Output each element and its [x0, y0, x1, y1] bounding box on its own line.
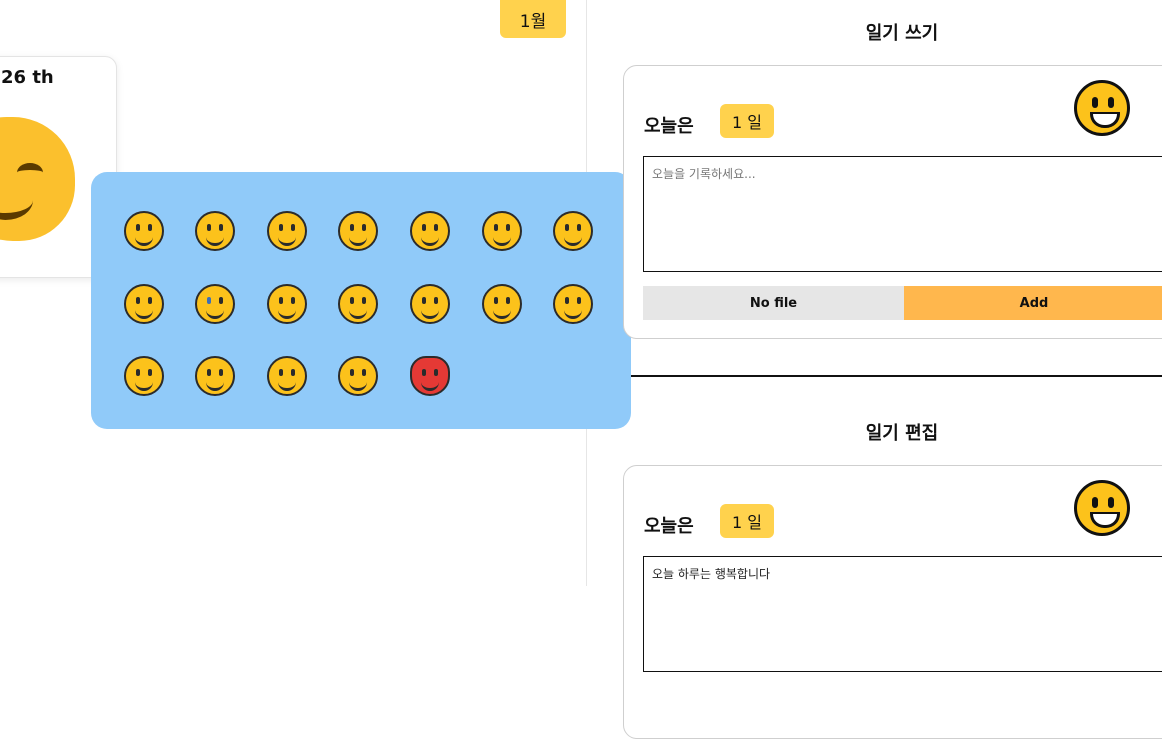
kissing-blush-face-icon[interactable]: [267, 211, 307, 251]
loudly-crying-face-icon[interactable]: [482, 284, 522, 324]
today-label: 오늘은: [644, 116, 694, 137]
emoji-mouth: [0, 187, 33, 220]
diary-edit-textarea[interactable]: 오늘 하루는 행복합니다: [643, 556, 1162, 672]
rolling-laughing-face-icon[interactable]: [410, 211, 450, 251]
edit-form: 오늘은 1 일 오늘 하루는 행복합니다: [623, 465, 1162, 739]
day-badge[interactable]: 1 일: [720, 504, 774, 538]
smiling-hearts-face-icon[interactable]: [124, 284, 164, 324]
write-form: 오늘은 1 일 No file Add: [623, 65, 1162, 339]
add-button[interactable]: Add: [904, 286, 1162, 320]
thinking-face-icon[interactable]: [338, 284, 378, 324]
vomiting-face-icon[interactable]: [267, 356, 307, 396]
today-label: 오늘은: [644, 516, 694, 537]
emoji-eye-right: [17, 163, 43, 182]
exploding-head-face-icon[interactable]: [338, 356, 378, 396]
smiling-eyes-face-icon[interactable]: [1074, 480, 1130, 536]
unamused-face-icon[interactable]: [410, 284, 450, 324]
month-badge[interactable]: 1월: [500, 0, 566, 38]
squint-tongue-face-icon[interactable]: [338, 211, 378, 251]
yawning-face-icon[interactable]: [124, 356, 164, 396]
sweat-smile-face-icon[interactable]: [482, 211, 522, 251]
section-divider: [631, 375, 1162, 377]
day-card-date: 26 th: [1, 67, 54, 88]
calendar-pane: 1월 26 th: [0, 0, 631, 586]
write-section-title: 일기 쓰기: [865, 23, 939, 44]
fearful-face-icon[interactable]: [195, 284, 235, 324]
day-badge[interactable]: 1 일: [720, 104, 774, 138]
emoji-picker-panel: [91, 172, 631, 429]
edit-section-title: 일기 편집: [865, 423, 939, 444]
grinning-squint-face-icon[interactable]: [195, 211, 235, 251]
angry-devil-face-icon[interactable]: [410, 356, 450, 396]
grinning-face-icon[interactable]: [1074, 80, 1130, 136]
diary-textarea[interactable]: [643, 156, 1162, 272]
winking-tongue-face-icon[interactable]: [267, 284, 307, 324]
grinning-face-icon[interactable]: [124, 211, 164, 251]
smirk-face-icon: [0, 117, 75, 241]
pensive-face-icon[interactable]: [195, 356, 235, 396]
diary-pane: 일기 쓰기 오늘은 1 일 No file Add 일기 편집 오늘은 1 일 …: [587, 0, 1162, 739]
file-upload-button[interactable]: No file: [643, 286, 904, 320]
